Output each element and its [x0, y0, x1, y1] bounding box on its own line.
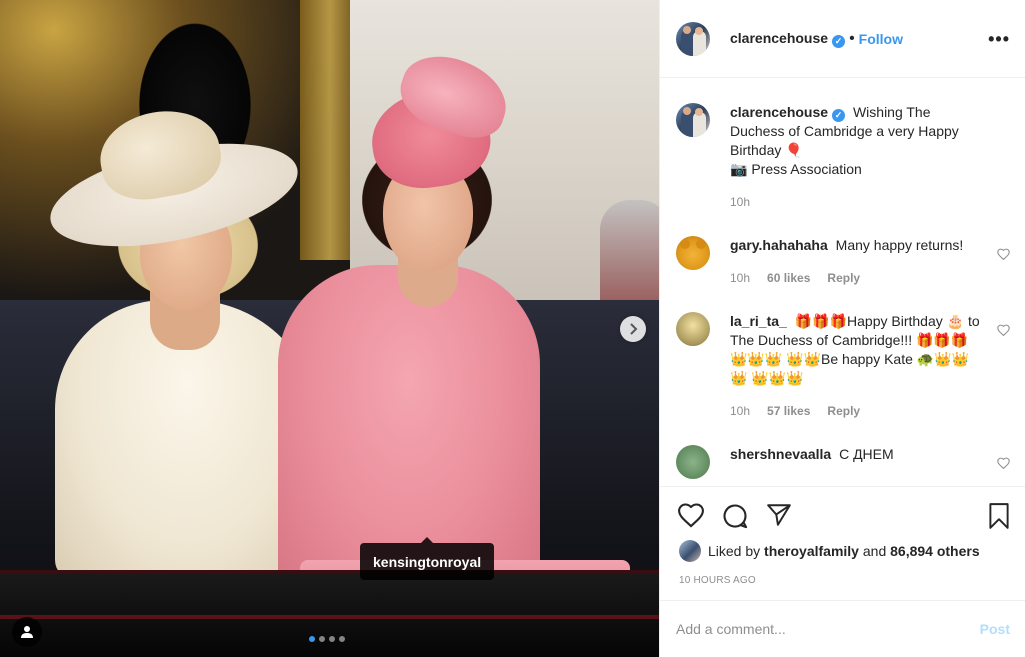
follow-button[interactable]: Follow — [859, 31, 903, 47]
post-photo[interactable]: kensingtonroyal — [0, 0, 659, 657]
carousel-dot — [339, 636, 345, 642]
liked-by-and: and — [862, 543, 887, 559]
avatar[interactable] — [676, 445, 710, 479]
caption-time[interactable]: 10h — [730, 193, 750, 212]
liked-by-others[interactable]: 86,894 others — [890, 543, 980, 559]
comment-text: Many happy returns! — [835, 237, 964, 253]
comment-time[interactable]: 10h — [730, 269, 750, 288]
caption-username[interactable]: clarencehouse ✓ — [730, 104, 846, 122]
avatar[interactable] — [679, 540, 701, 562]
comment-username[interactable]: shershnevaalla — [730, 446, 831, 462]
heart-icon[interactable] — [677, 502, 705, 528]
verified-badge-icon: ✓ — [832, 109, 846, 122]
bookmark-icon[interactable] — [988, 502, 1010, 530]
comment-likes[interactable]: 60 likes — [767, 269, 810, 288]
carousel-dot — [319, 636, 325, 642]
carousel-indicator — [309, 636, 345, 642]
carousel-next-button[interactable] — [620, 316, 646, 342]
avatar[interactable] — [676, 21, 710, 56]
carriage-rail — [0, 615, 659, 619]
verified-badge-icon: ✓ — [832, 34, 846, 48]
heart-icon[interactable] — [997, 457, 1010, 469]
liked-by-prefix: Liked by — [708, 543, 761, 559]
header-username[interactable]: clarencehouse ✓ — [730, 30, 846, 48]
comment-text: С ДНЕМ — [839, 446, 894, 462]
comment-bubble-icon[interactable] — [721, 502, 749, 530]
avatar[interactable] — [676, 312, 710, 346]
list-item: gary.hahahaha Many happy returns! 10h 60… — [676, 236, 1010, 288]
user-tag-label[interactable]: kensingtonroyal — [360, 537, 495, 580]
comment-time[interactable]: 10h — [730, 402, 750, 421]
post-side-panel: clarencehouse ✓ • Follow ••• clarencehous… — [659, 0, 1025, 657]
separator-dot: • — [849, 29, 855, 47]
list-item: la_ri_ta_ 🎁🎁🎁Happy Birthday 🎂 to The Duc… — [676, 312, 1010, 421]
person-icon — [21, 626, 33, 638]
reply-button[interactable]: Reply — [827, 269, 860, 288]
comment-username[interactable]: gary.hahahaha — [730, 237, 828, 253]
carriage-rim — [0, 570, 659, 657]
likes-summary: Liked by theroyalfamily and 86,894 other… — [679, 540, 980, 562]
comment-likes[interactable]: 57 likes — [767, 402, 810, 421]
caption: clarencehouse ✓ Wishing The Duchess of Ca… — [676, 103, 1010, 212]
more-options-button[interactable]: ••• — [988, 30, 1010, 48]
avatar[interactable] — [676, 103, 710, 137]
carousel-dot — [329, 636, 335, 642]
post-actions-bar — [660, 486, 1025, 546]
post-timestamp[interactable]: 10 HOURS AGO — [679, 575, 756, 586]
chevron-right-icon — [630, 323, 638, 335]
heart-icon[interactable] — [997, 324, 1010, 336]
comment-form: Post — [660, 600, 1025, 657]
comment-input[interactable] — [676, 621, 980, 637]
avatar[interactable] — [676, 236, 710, 270]
comments-list[interactable]: clarencehouse ✓ Wishing The Duchess of Ca… — [660, 79, 1025, 485]
paper-plane-icon[interactable] — [765, 502, 793, 528]
tagged-users-button[interactable] — [12, 617, 42, 647]
carousel-dot — [309, 636, 315, 642]
caption-credit: 📷 Press Association — [730, 161, 862, 177]
comment-username[interactable]: la_ri_ta_ — [730, 313, 787, 329]
heart-icon[interactable] — [997, 248, 1010, 260]
post-header: clarencehouse ✓ • Follow ••• — [660, 0, 1025, 78]
reply-button[interactable]: Reply — [827, 402, 860, 421]
list-item: shershnevaalla С ДНЕМ — [676, 445, 1010, 479]
post-comment-button[interactable]: Post — [980, 621, 1010, 637]
liked-by-user[interactable]: theroyalfamily — [764, 543, 859, 559]
